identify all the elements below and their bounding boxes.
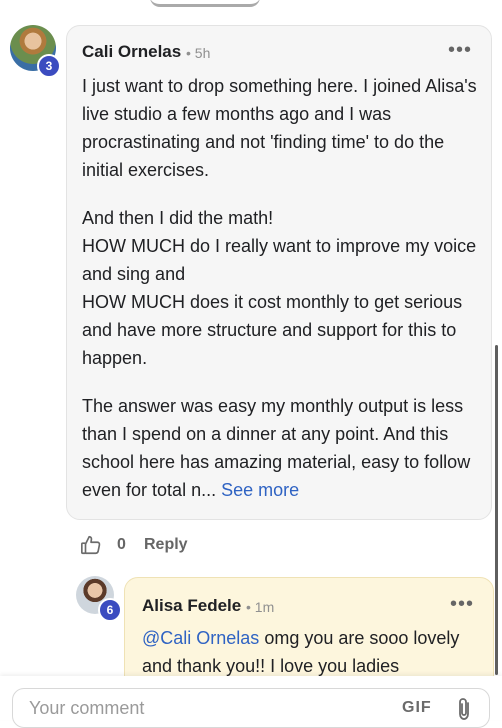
- reply-timestamp: • 1m: [246, 599, 275, 615]
- reply-button[interactable]: Reply: [144, 536, 188, 554]
- mention-link[interactable]: @Cali Ornelas: [142, 628, 259, 648]
- comment-author[interactable]: Cali Ornelas: [82, 42, 181, 62]
- more-options-icon[interactable]: •••: [450, 594, 474, 614]
- level-badge: 3: [37, 54, 61, 78]
- more-options-icon[interactable]: •••: [448, 40, 472, 60]
- like-count: 0: [117, 536, 126, 553]
- comment-timestamp: • 5h: [186, 45, 211, 61]
- comment-paragraph: The answer was easy my monthly output is…: [82, 392, 477, 504]
- paperclip-icon[interactable]: [455, 696, 473, 722]
- comment-paragraph: I just want to drop something here. I jo…: [82, 76, 477, 180]
- thumbs-up-icon[interactable]: [80, 534, 102, 556]
- gif-button[interactable]: GIF: [402, 699, 432, 717]
- scrollbar[interactable]: [495, 345, 498, 675]
- previous-content-edge: [150, 0, 260, 7]
- reply-text: @Cali Ornelas omg you are sooo lovely an…: [142, 624, 482, 680]
- comment-paragraph: And then I did the math! HOW MUCH do I r…: [82, 208, 477, 368]
- see-more-link[interactable]: See more: [221, 480, 299, 500]
- level-badge: 6: [98, 598, 122, 622]
- reply-author[interactable]: Alisa Fedele: [142, 596, 241, 616]
